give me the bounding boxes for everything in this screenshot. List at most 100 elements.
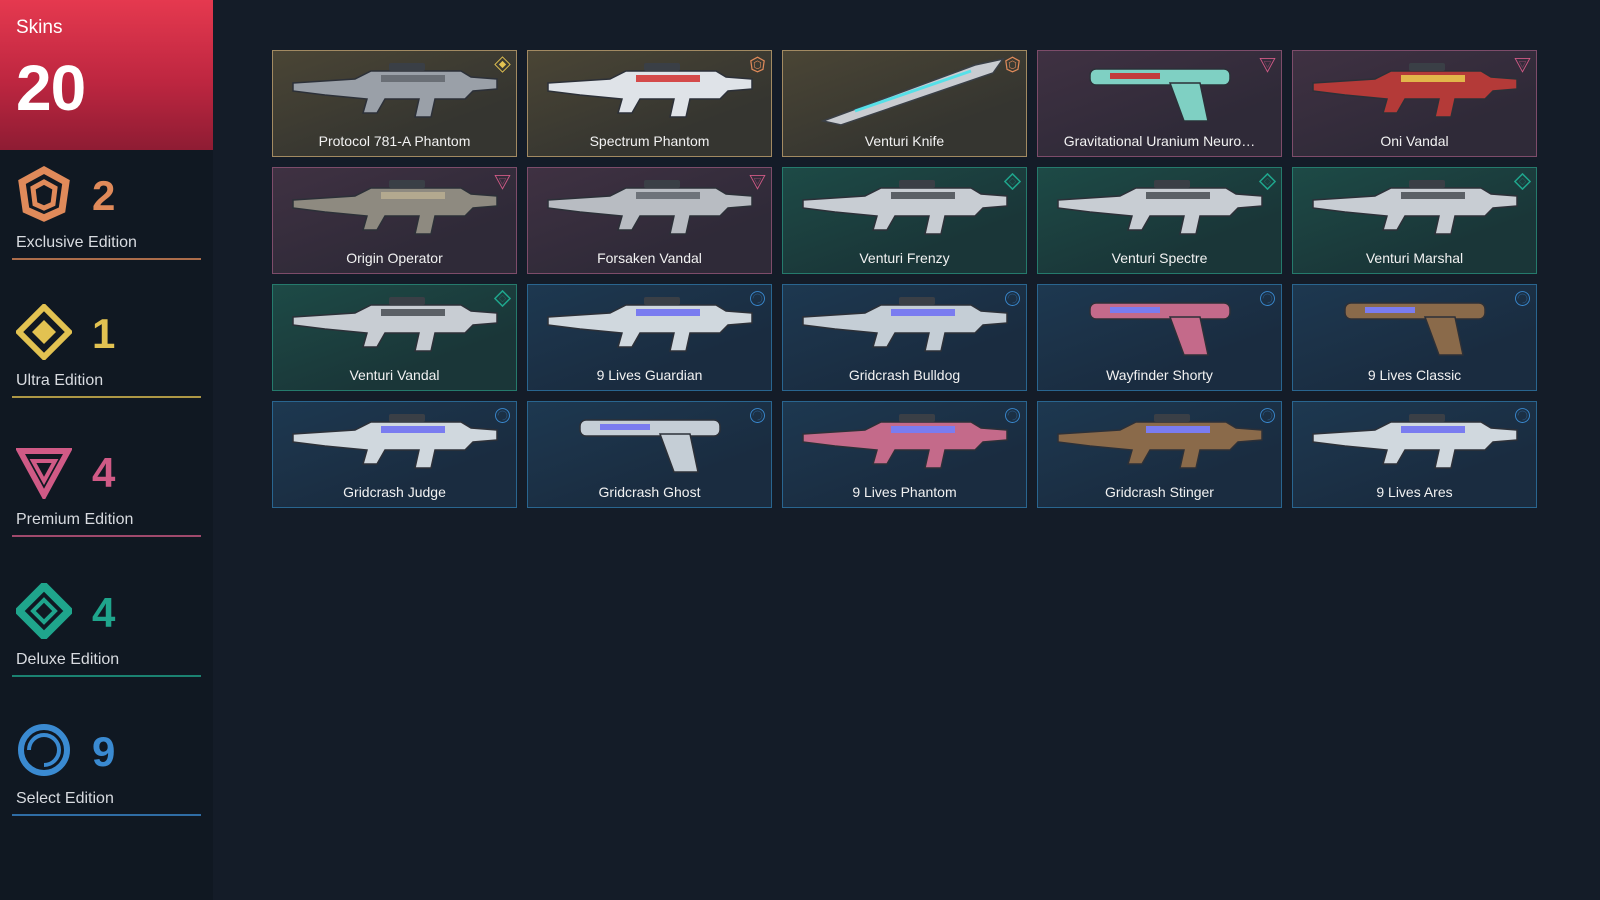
weapon-skin-image	[795, 406, 1014, 478]
premium-edition-icon	[494, 173, 511, 190]
skin-name: Spectrum Phantom	[589, 133, 710, 149]
skin-name: Gravitational Uranium Neuro…	[1063, 133, 1256, 149]
premium-edition-icon	[1259, 56, 1276, 73]
skin-card[interactable]: Gravitational Uranium Neuro…	[1037, 50, 1282, 157]
skin-card[interactable]: Gridcrash Bulldog	[782, 284, 1027, 391]
skin-card[interactable]: Origin Operator	[272, 167, 517, 274]
weapon-skin-image	[1305, 55, 1524, 127]
tier-count: 1	[92, 310, 116, 357]
tier-name: Ultra Edition	[16, 372, 104, 389]
tier-premium: 4 Premium Edition	[0, 443, 213, 543]
skin-card[interactable]: Forsaken Vandal	[527, 167, 772, 274]
tier-divider	[12, 258, 201, 260]
weapon-skin-image	[795, 289, 1014, 361]
skin-name: Venturi Knife	[864, 133, 945, 149]
weapon-skin-image	[285, 406, 504, 478]
skin-name: Forsaken Vandal	[597, 250, 702, 266]
skin-card[interactable]: Venturi Knife	[782, 50, 1027, 157]
weapon-skin-image	[1050, 55, 1269, 127]
skin-card[interactable]: 9 Lives Ares	[1292, 401, 1537, 508]
premium-edition-icon	[14, 443, 74, 502]
deluxe-edition-icon	[1258, 172, 1277, 191]
tier-divider	[12, 675, 201, 677]
weapon-skin-image	[1305, 406, 1524, 478]
select-edition-icon	[1514, 290, 1531, 307]
skin-name: Protocol 781-A Phantom	[318, 133, 471, 149]
weapon-skin-image	[285, 172, 504, 244]
skin-name: 9 Lives Ares	[1376, 484, 1453, 500]
tier-name: Premium Edition	[16, 511, 134, 528]
skin-name: 9 Lives Phantom	[852, 484, 957, 500]
weapon-skin-image	[540, 55, 759, 127]
sidebar: Skins 20 2 Exclusive Edition 1 Ultra Editio…	[0, 0, 213, 900]
skins-grid: Protocol 781-A Phantom Spectrum Phantom V…	[272, 50, 1537, 508]
skin-card[interactable]: 9 Lives Guardian	[527, 284, 772, 391]
tier-select: 9 Select Edition	[0, 722, 213, 822]
weapon-skin-image	[1305, 172, 1524, 244]
premium-edition-icon	[749, 173, 766, 190]
select-edition-icon	[1004, 407, 1021, 424]
select-edition-icon	[1004, 290, 1021, 307]
tier-count: 4	[92, 589, 116, 636]
select-edition-icon	[1259, 290, 1276, 307]
skin-name: Wayfinder Shorty	[1106, 367, 1213, 383]
skin-name: Oni Vandal	[1380, 133, 1449, 149]
weapon-skin-image	[1050, 172, 1269, 244]
skin-card[interactable]: Wayfinder Shorty	[1037, 284, 1282, 391]
skin-name: 9 Lives Classic	[1367, 367, 1462, 383]
deluxe-edition-icon	[1513, 172, 1532, 191]
weapon-skin-image	[1050, 289, 1269, 361]
skin-card[interactable]: Gridcrash Ghost	[527, 401, 772, 508]
skin-card[interactable]: Venturi Frenzy	[782, 167, 1027, 274]
select-edition-icon	[1514, 407, 1531, 424]
skin-card[interactable]: Gridcrash Judge	[272, 401, 517, 508]
skins-label: Skins	[16, 17, 63, 38]
tier-count: 9	[92, 728, 116, 775]
skin-card[interactable]: Oni Vandal	[1292, 50, 1537, 157]
skin-card[interactable]: 9 Lives Phantom	[782, 401, 1027, 508]
skin-name: Origin Operator	[346, 250, 443, 266]
deluxe-edition-icon	[493, 289, 512, 308]
exclusive-edition-icon	[749, 56, 766, 73]
select-edition-icon	[749, 407, 766, 424]
weapon-skin-image	[540, 406, 759, 478]
skin-card[interactable]: Venturi Marshal	[1292, 167, 1537, 274]
skin-name: Gridcrash Bulldog	[848, 367, 961, 383]
ultra-edition-icon	[14, 302, 74, 362]
weapon-skin-image	[285, 55, 504, 127]
tier-name: Exclusive Edition	[16, 234, 137, 251]
deluxe-edition-icon	[1003, 172, 1022, 191]
ultra-edition-icon	[494, 56, 511, 73]
tier-deluxe: 4 Deluxe Edition	[0, 580, 213, 683]
skin-name: 9 Lives Guardian	[596, 367, 703, 383]
tier-exclusive: 2 Exclusive Edition	[0, 166, 213, 266]
skin-card[interactable]: 9 Lives Classic	[1292, 284, 1537, 391]
select-edition-icon	[494, 407, 511, 424]
weapon-skin-image	[1050, 406, 1269, 478]
weapon-skin-image	[540, 289, 759, 361]
skin-card[interactable]: Protocol 781-A Phantom	[272, 50, 517, 157]
skin-card[interactable]: Gridcrash Stinger	[1037, 401, 1282, 508]
skin-name: Venturi Marshal	[1365, 250, 1464, 266]
tier-name: Select Edition	[16, 790, 114, 807]
weapon-skin-image	[795, 172, 1014, 244]
deluxe-edition-icon	[13, 580, 75, 642]
skin-card[interactable]: Venturi Spectre	[1037, 167, 1282, 274]
skin-name: Venturi Frenzy	[859, 250, 950, 266]
skins-counter-panel: Skins 20	[0, 0, 213, 150]
skin-card[interactable]: Venturi Vandal	[272, 284, 517, 391]
exclusive-edition-icon	[1004, 56, 1021, 73]
skin-name: Venturi Vandal	[349, 367, 440, 383]
tier-count: 2	[92, 172, 116, 219]
skin-name: Gridcrash Judge	[343, 484, 446, 500]
select-edition-icon	[16, 722, 72, 778]
tier-count: 4	[92, 449, 116, 496]
select-edition-icon	[749, 290, 766, 307]
tier-divider	[12, 396, 201, 398]
weapon-skin-image	[1305, 289, 1524, 361]
weapon-skin-image	[795, 55, 1014, 127]
skins-total-count: 20	[16, 52, 86, 124]
skin-card[interactable]: Spectrum Phantom	[527, 50, 772, 157]
skin-name: Venturi Spectre	[1111, 250, 1208, 266]
weapon-skin-image	[285, 289, 504, 361]
